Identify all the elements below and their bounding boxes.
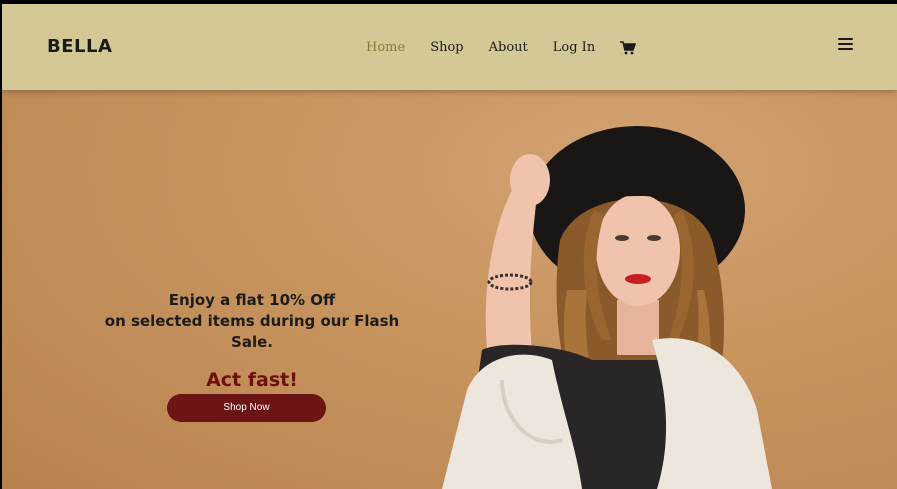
page-frame: BELLA Home Shop About Log In Enjoy a fla… [2, 4, 897, 489]
shopping-cart-icon[interactable] [620, 40, 637, 55]
nav-home[interactable]: Home [366, 40, 405, 55]
cta-heading: Act fast! [206, 369, 298, 391]
navbar: BELLA Home Shop About Log In [2, 4, 897, 90]
main-nav: Home Shop About Log In [366, 40, 637, 55]
offer-text-block: Enjoy a flat 10% Off on selected items d… [82, 290, 422, 391]
offer-headline: Enjoy a flat 10% Off [168, 291, 336, 309]
shop-now-button[interactable]: Shop Now [167, 394, 326, 422]
brand-logo[interactable]: BELLA [47, 36, 112, 57]
nav-about[interactable]: About [489, 40, 528, 55]
nav-shop[interactable]: Shop [430, 40, 463, 55]
hero-banner: Enjoy a flat 10% Off on selected items d… [2, 90, 897, 489]
hamburger-menu-icon[interactable] [838, 38, 853, 51]
nav-login[interactable]: Log In [553, 40, 595, 55]
model-photo [442, 126, 772, 489]
offer-subline: on selected items during our Flash Sale. [104, 312, 400, 351]
